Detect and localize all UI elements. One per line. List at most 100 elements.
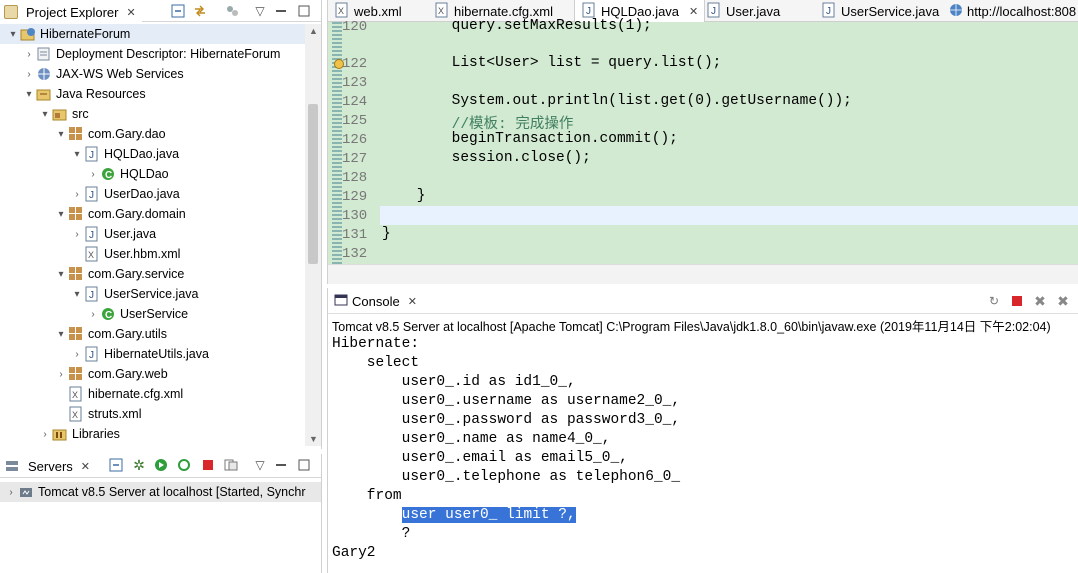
chevron-right-icon[interactable]: › (70, 189, 84, 200)
view-menu-icon[interactable]: ▽ (252, 457, 268, 473)
chevron-down-icon[interactable]: ▾ (70, 289, 84, 300)
chevron-right-icon[interactable]: › (38, 429, 52, 440)
profile-server-icon[interactable] (176, 457, 192, 473)
tree-item[interactable]: ▾ J UserService.java (0, 284, 198, 304)
maximize-icon[interactable] (296, 457, 312, 473)
servers-icon (4, 458, 20, 474)
link-with-editor-icon[interactable] (192, 3, 208, 19)
debug-server-icon[interactable]: ✲ (131, 457, 147, 473)
chevron-right-icon[interactable]: › (70, 349, 84, 360)
collapse-all-icon[interactable] (108, 457, 124, 473)
project-explorer-panel: Project Explorer ✕ ▽ ▾ HibernateForum › Dep… (0, 0, 322, 449)
chevron-down-icon[interactable]: ▾ (54, 209, 68, 220)
chevron-down-icon[interactable]: ▾ (54, 129, 68, 140)
chevron-down-icon[interactable]: ▾ (38, 109, 52, 120)
project-explorer-title: Project Explorer (26, 4, 119, 20)
tree-item[interactable]: ▾ com.Gary.domain (0, 204, 186, 224)
chevron-down-icon[interactable]: ▾ (70, 149, 84, 160)
tree-item-label: com.Gary.web (88, 367, 168, 381)
close-icon[interactable]: ✕ (126, 6, 135, 19)
tab-console[interactable]: Console ✕ (328, 290, 423, 312)
tree-item[interactable]: ▾ com.Gary.utils (0, 324, 167, 344)
tree-item[interactable]: Xhibernate.cfg.xml (0, 384, 183, 404)
close-icon[interactable]: ✕ (81, 460, 90, 473)
tree-item[interactable]: › com.Gary.web (0, 364, 168, 384)
tree-item[interactable]: › J UserDao.java (0, 184, 180, 204)
tree-item[interactable]: ▾ HibernateForum (0, 24, 305, 44)
tree-item-label: Deployment Descriptor: HibernateForum (56, 47, 281, 61)
tree-item[interactable]: › J HibernateUtils.java (0, 344, 209, 364)
tree-item[interactable]: › JAX-WS Web Services (0, 64, 183, 84)
scroll-up-arrow[interactable]: ▲ (309, 26, 318, 36)
svg-text:J: J (89, 350, 94, 361)
tree-item-label: HQLDao.java (104, 147, 180, 161)
start-server-icon[interactable] (153, 457, 169, 473)
chevron-right-icon[interactable]: › (70, 229, 84, 240)
tree-item[interactable]: › Deployment Descriptor: HibernateForum (0, 44, 280, 64)
remove-all-launches-icon[interactable]: ✖ (1055, 293, 1071, 309)
server-item[interactable]: › Tomcat v8.5 Server at localhost [Start… (0, 482, 321, 502)
svg-text:J: J (89, 290, 94, 301)
tree-item[interactable]: ▾ Java Resources (0, 84, 146, 104)
tree-item[interactable]: › J User.java (0, 224, 156, 244)
editor-tab[interactable]: J HQLDao.java ✕ (574, 0, 706, 23)
publish-icon[interactable] (223, 457, 239, 473)
scroll-down-arrow[interactable]: ▼ (309, 434, 318, 444)
chevron-right-icon[interactable]: › (22, 49, 36, 60)
tree-item[interactable]: Xstruts.xml (0, 404, 141, 424)
tab-project-explorer[interactable]: Project Explorer ✕ (0, 2, 142, 22)
editor-content[interactable] (328, 22, 1078, 284)
editor-tab[interactable]: J User.java (700, 0, 786, 22)
editor-tab[interactable]: http://localhost:808 (943, 0, 1078, 22)
remove-launch-icon[interactable]: ✖ (1032, 293, 1048, 309)
tree-item[interactable]: ▾ com.Gary.service (0, 264, 184, 284)
chevron-right-icon[interactable]: › (86, 309, 100, 320)
java-resources-icon (36, 86, 52, 102)
filters-icon[interactable] (224, 3, 240, 19)
maximize-icon[interactable] (296, 3, 312, 19)
console-toolbar: Console ✕ ↻ ✖ ✖ (328, 288, 1078, 314)
tree-item-label: UserService.java (104, 287, 199, 301)
view-menu-icon[interactable]: ▽ (252, 3, 268, 19)
tree-scrollbar[interactable]: ▲ ▼ (305, 24, 321, 446)
tree-item[interactable]: ▾ J HQLDao.java (0, 144, 179, 164)
chevron-down-icon[interactable]: ▾ (54, 329, 68, 340)
chevron-right-icon[interactable]: › (54, 369, 68, 380)
tree-item[interactable]: › C UserService (0, 304, 188, 324)
chevron-down-icon[interactable]: ▾ (6, 29, 20, 40)
scroll-thumb[interactable] (308, 104, 318, 264)
editor-tab-label: web.xml (354, 3, 402, 19)
svg-text:X: X (72, 410, 78, 420)
tree-item[interactable]: X User.hbm.xml (0, 244, 180, 264)
servers-toolbar: Servers ✕ ✲ ▽ (0, 454, 321, 478)
chevron-right-icon[interactable]: › (86, 169, 100, 180)
relaunch-icon[interactable]: ↻ (986, 293, 1002, 309)
tree-item-label: Java Resources (56, 87, 146, 101)
editor-tab[interactable]: Xhibernate.cfg.xml (428, 0, 559, 22)
svg-text:J: J (89, 190, 94, 201)
close-icon[interactable]: ✕ (408, 295, 417, 308)
collapse-all-icon[interactable] (170, 3, 186, 19)
editor-tab[interactable]: J UserService.java (815, 0, 945, 22)
java-file-icon: J (84, 186, 100, 202)
minimize-icon[interactable] (273, 457, 289, 473)
warning-icon[interactable] (334, 59, 344, 69)
tree-item[interactable]: › C HQLDao (0, 164, 168, 184)
tab-servers[interactable]: Servers ✕ (0, 456, 96, 476)
chevron-down-icon[interactable]: ▾ (22, 89, 36, 100)
tree-item[interactable]: ▾ src (0, 104, 88, 124)
close-icon[interactable]: ✕ (689, 5, 698, 18)
editor-tab[interactable]: Xweb.xml (328, 0, 408, 22)
minimize-icon[interactable] (273, 3, 289, 19)
chevron-down-icon[interactable]: ▾ (54, 269, 68, 280)
chevron-right-icon[interactable]: › (22, 69, 36, 80)
tree-item-label: UserService (120, 307, 189, 321)
tree-item[interactable]: ▾ com.Gary.dao (0, 124, 166, 144)
chevron-right-icon[interactable]: › (4, 487, 18, 498)
tree-item-label: com.Gary.utils (88, 327, 167, 341)
stop-server-icon[interactable] (200, 457, 216, 473)
terminate-icon[interactable] (1009, 293, 1025, 309)
console-status: Tomcat v8.5 Server at localhost [Apache … (332, 320, 1051, 334)
tree-item[interactable]: › Libraries (0, 424, 120, 444)
tree-item-label: Libraries (72, 427, 120, 441)
